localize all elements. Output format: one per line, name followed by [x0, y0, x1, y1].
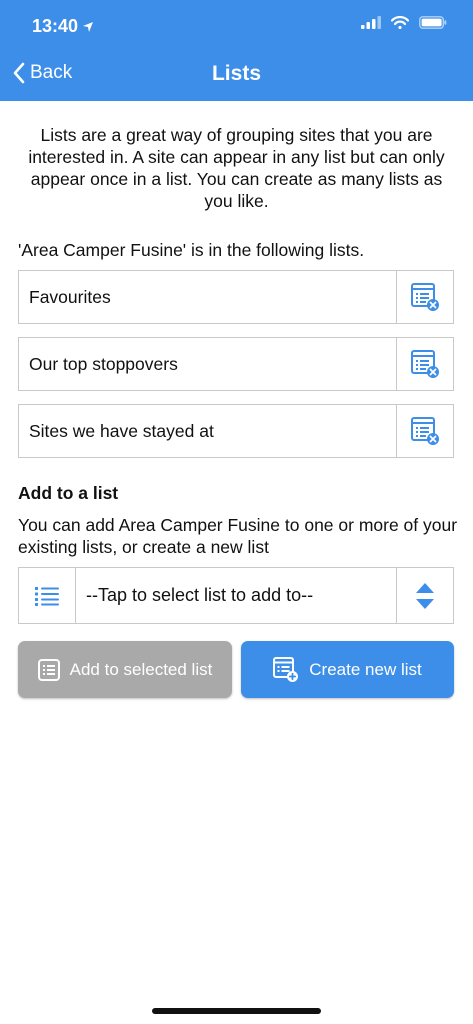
list-remove-icon [411, 350, 439, 378]
add-to-selected-label: Add to selected list [69, 659, 213, 679]
in-lists-text: 'Area Camper Fusine' is in the following… [18, 240, 365, 260]
list-remove-icon [411, 417, 439, 445]
list-add-icon [273, 656, 299, 682]
list-icon-cell [19, 568, 76, 623]
intro-text: Lists are a great way of grouping sites … [28, 125, 445, 211]
sort-arrows-icon [416, 582, 434, 609]
location-arrow-icon [83, 21, 94, 32]
remove-from-list-button[interactable] [396, 271, 453, 323]
add-section-description: You can add Area Camper Fusine to one or… [18, 515, 458, 557]
page-title: Lists [211, 62, 261, 85]
list-row-stayed-at: Sites we have stayed at [18, 404, 454, 458]
signal-icon [361, 16, 381, 29]
wifi-icon [391, 16, 409, 29]
list-remove-icon [411, 283, 439, 311]
add-section-heading: Add to a list [18, 483, 119, 503]
nav-header: 13:40 Back Lists [0, 0, 473, 101]
status-time: 13:40 [32, 16, 94, 37]
create-new-list-button[interactable]: Create new list [241, 641, 454, 698]
remove-from-list-button[interactable] [396, 405, 453, 457]
select-value: --Tap to select list to add to-- [86, 585, 314, 605]
select-arrows-cell [396, 568, 453, 623]
list-row-favourites: Favourites [18, 270, 454, 324]
home-indicator [152, 1008, 321, 1014]
add-to-selected-list-button[interactable]: Add to selected list [18, 641, 232, 698]
create-new-list-label: Create new list [309, 659, 422, 679]
list-label: Sites we have stayed at [29, 420, 214, 441]
remove-from-list-button[interactable] [396, 338, 453, 390]
list-row-top-stoppovers: Our top stoppovers [18, 337, 454, 391]
list-icon [37, 658, 60, 681]
list-icon [35, 586, 59, 606]
battery-icon [419, 16, 447, 29]
list-label: Favourites [29, 286, 111, 307]
status-indicators [361, 16, 447, 29]
list-select[interactable]: --Tap to select list to add to-- [18, 567, 454, 624]
list-label: Our top stoppovers [29, 353, 178, 374]
